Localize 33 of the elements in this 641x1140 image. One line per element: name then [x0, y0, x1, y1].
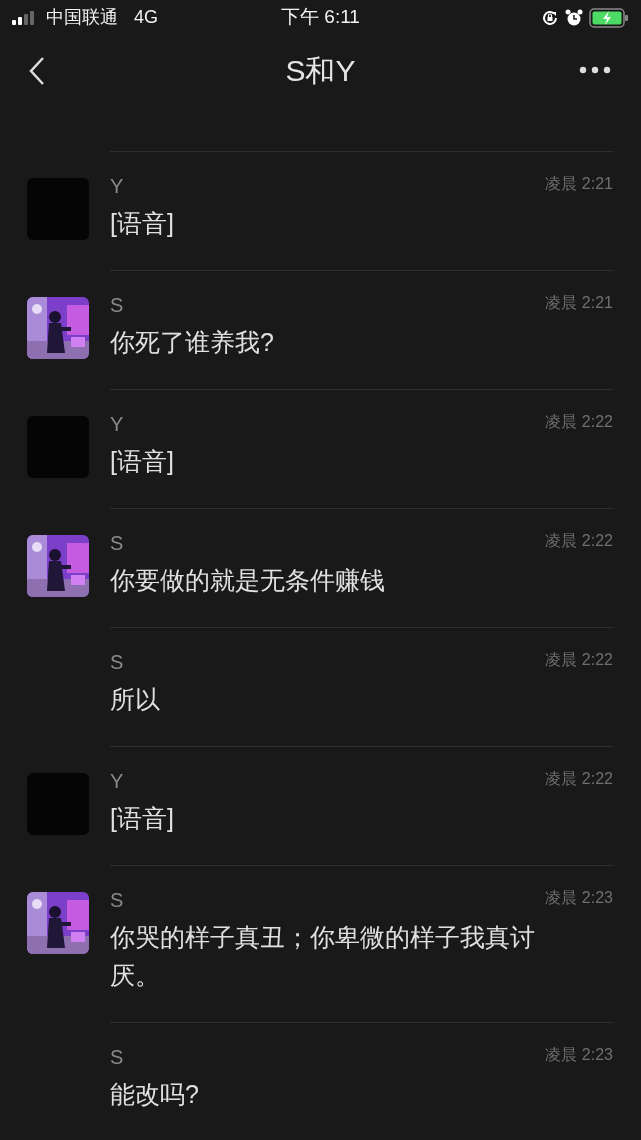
sender-name: S: [110, 1045, 124, 1069]
message-time: 凌晨 2:21: [545, 174, 613, 194]
sender-name: S: [110, 650, 124, 674]
message-time: 凌晨 2:22: [545, 412, 613, 432]
network-type: 4G: [134, 6, 158, 29]
more-icon: [579, 66, 611, 74]
message-time: 凌晨 2:21: [545, 293, 613, 313]
message-text: 你哭的样子真丑；你卑微的样子我真讨厌。: [110, 922, 536, 991]
message-text: [语音]: [110, 446, 175, 477]
sender-name: Y: [110, 412, 124, 436]
battery-charging-icon: [589, 7, 629, 28]
message-text: 能改吗?: [110, 1079, 200, 1110]
alarm-icon: [565, 8, 583, 27]
sender-name: Y: [110, 174, 124, 198]
sender-name: S: [110, 293, 124, 317]
sender-name: S: [110, 531, 124, 555]
message-text: [语音]: [110, 208, 175, 239]
rotation-lock-icon: [541, 8, 559, 27]
message-text: [语音]: [110, 803, 175, 834]
back-chevron-icon: [28, 56, 46, 86]
chat-title: S和Y: [285, 52, 356, 89]
carrier-name: 中国联通: [46, 6, 118, 29]
message-time: 凌晨 2:22: [545, 650, 613, 670]
message-text: 所以: [110, 684, 161, 715]
message-text: 你要做的就是无条件赚钱: [110, 565, 386, 596]
sender-name: Y: [110, 769, 124, 793]
message-time: 凌晨 2:23: [545, 1045, 613, 1065]
sender-name: S: [110, 888, 124, 912]
clock-time: 下午 6:11: [281, 5, 360, 30]
message-text: 你死了谁养我?: [110, 327, 275, 358]
message-time: 凌晨 2:23: [545, 888, 613, 908]
message-time: 凌晨 2:22: [545, 531, 613, 551]
message-time: 凌晨 2:22: [545, 769, 613, 789]
